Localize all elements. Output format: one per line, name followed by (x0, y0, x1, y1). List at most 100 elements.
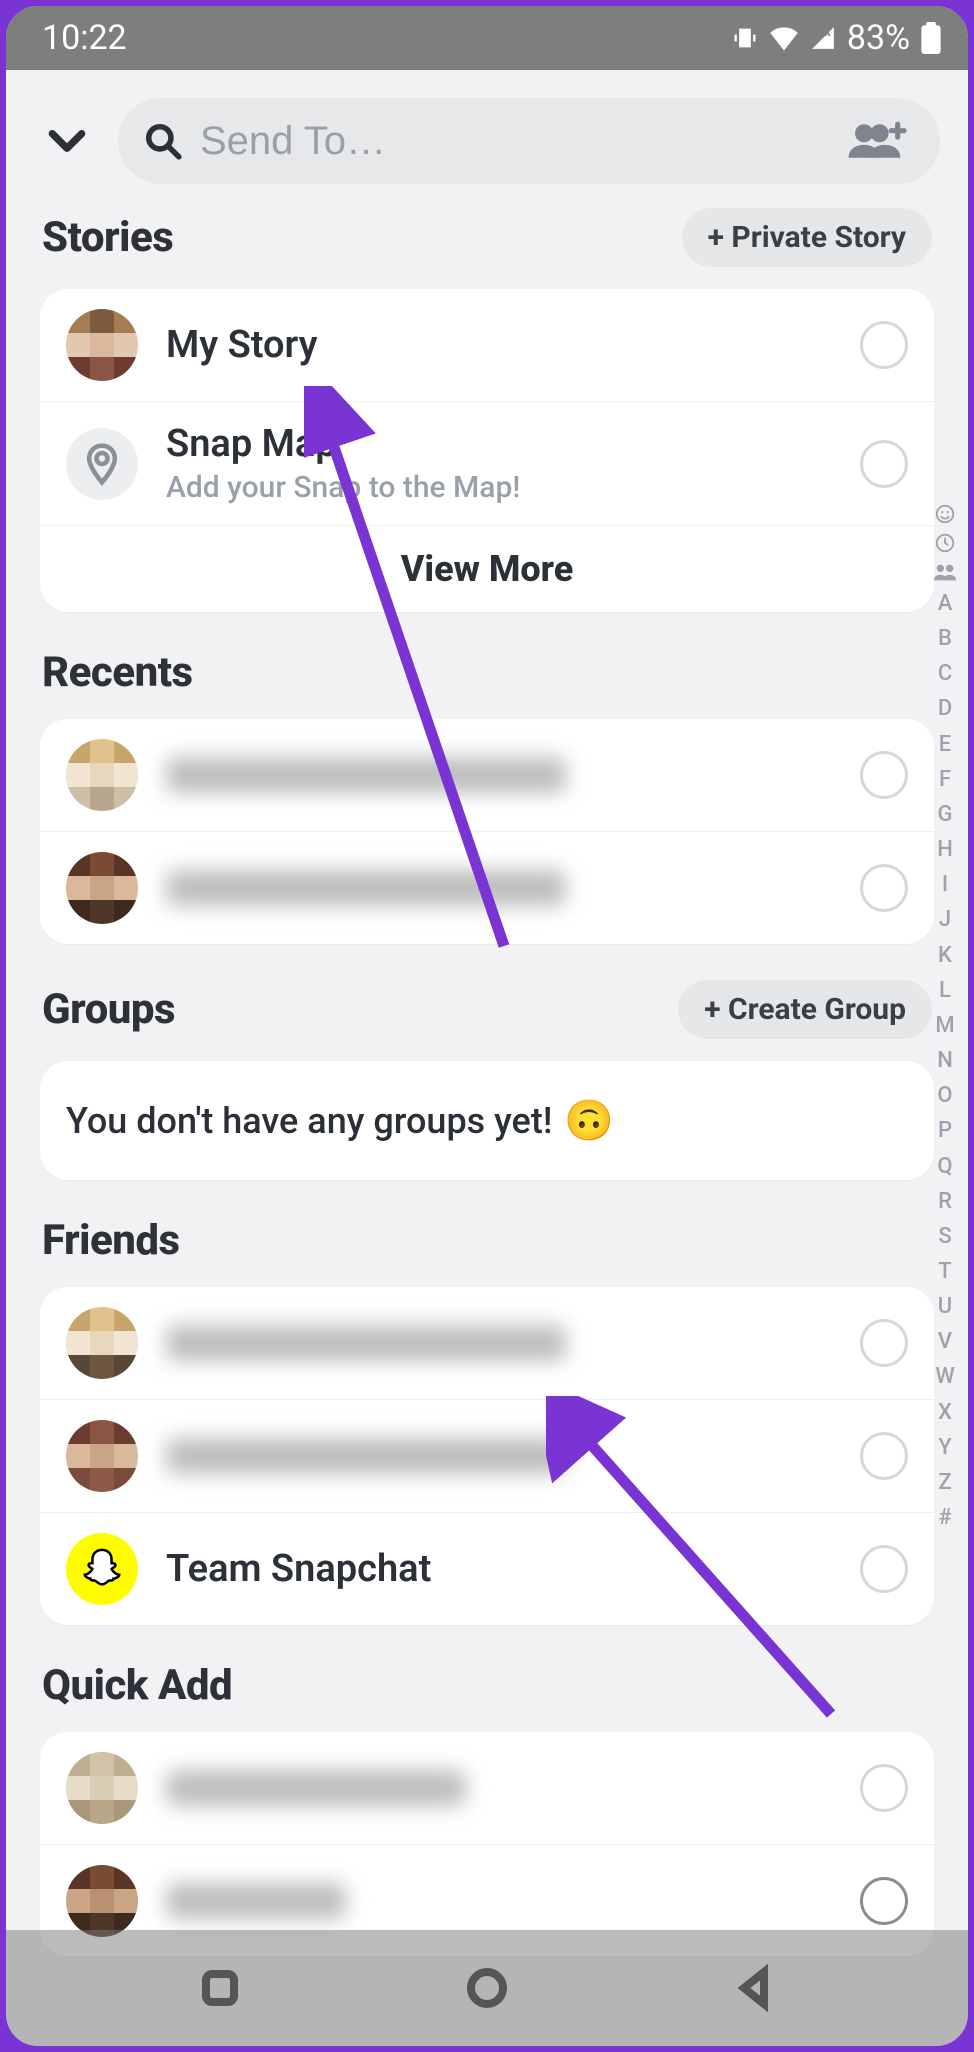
index-letter[interactable]: A (938, 590, 953, 618)
location-pin-icon (80, 442, 124, 486)
map-icon-avatar (66, 428, 138, 500)
row-title-hidden (166, 1883, 346, 1919)
index-letter[interactable]: # (938, 1504, 951, 1532)
status-time: 10:22 (42, 18, 127, 58)
add-group-button[interactable] (846, 110, 908, 172)
status-bar: 10:22 x 83% (6, 6, 968, 70)
group-add-icon (846, 119, 908, 163)
chevron-down-icon (45, 119, 89, 163)
select-radio[interactable] (860, 751, 908, 799)
team-snapchat-row[interactable]: Team Snapchat (40, 1512, 934, 1625)
avatar (66, 1752, 138, 1824)
index-letter[interactable]: U (938, 1293, 952, 1321)
index-letter[interactable]: L (939, 977, 951, 1005)
row-title-hidden (166, 1770, 466, 1806)
friend-row[interactable] (40, 1399, 934, 1512)
quickadd-title: Quick Add (42, 1661, 232, 1710)
recent-row[interactable] (40, 719, 934, 831)
friends-header: Friends (6, 1190, 968, 1279)
index-letter[interactable]: W (935, 1363, 954, 1391)
upside-down-face-icon: 🙃 (564, 1097, 614, 1144)
battery-icon (920, 22, 942, 54)
back-nav-icon[interactable] (730, 1964, 778, 2012)
index-letter[interactable]: Z (938, 1469, 951, 1497)
row-title-hidden (166, 870, 566, 906)
index-letter[interactable]: Q (937, 1153, 952, 1181)
index-letter[interactable]: T (938, 1258, 951, 1286)
my-story-row[interactable]: My Story (40, 289, 934, 401)
stories-header: Stories + Private Story (6, 182, 968, 281)
avatar (66, 309, 138, 381)
friend-row[interactable] (40, 1287, 934, 1399)
friends-title: Friends (42, 1216, 180, 1265)
index-letter[interactable]: N (937, 1047, 953, 1075)
groups-title: Groups (42, 985, 175, 1034)
recents-nav-icon[interactable] (196, 1964, 244, 2012)
recents-title: Recents (42, 648, 193, 697)
index-letter[interactable]: H (937, 836, 953, 864)
avatar (66, 739, 138, 811)
search-icon (144, 122, 182, 160)
view-more-button[interactable]: View More (40, 525, 934, 612)
index-letter[interactable]: D (938, 695, 952, 723)
avatar (66, 1307, 138, 1379)
android-nav-bar (6, 1930, 968, 2046)
groups-empty-card: You don't have any groups yet! 🙃 (40, 1061, 934, 1180)
row-title-hidden (166, 1325, 566, 1361)
recent-row[interactable] (40, 831, 934, 944)
index-letter[interactable]: K (938, 942, 952, 970)
index-letter[interactable]: F (939, 766, 951, 794)
groups-empty-text: You don't have any groups yet! (66, 1100, 552, 1142)
clock-icon (934, 532, 956, 554)
index-letter[interactable]: B (938, 625, 952, 653)
row-title: My Story (166, 323, 860, 367)
wifi-icon (769, 25, 799, 51)
alphabet-index[interactable]: ABCDEFGHIJKLMNOPQRSTUVWXYZ # (932, 503, 958, 1532)
index-letter[interactable]: S (938, 1223, 951, 1251)
index-letter[interactable]: I (942, 871, 948, 899)
index-letter[interactable]: Y (938, 1434, 951, 1462)
select-radio[interactable] (860, 1432, 908, 1480)
search-field[interactable] (118, 98, 940, 184)
home-nav-icon[interactable] (463, 1964, 511, 2012)
row-title-hidden (166, 1438, 566, 1474)
avatar (66, 1865, 138, 1937)
index-letter[interactable]: X (938, 1399, 952, 1427)
index-letter[interactable]: R (938, 1188, 952, 1216)
group-icon (932, 561, 958, 583)
content-scroll[interactable]: Stories + Private Story My Story Snap Ma… (6, 182, 968, 2046)
index-letter[interactable]: V (938, 1328, 952, 1356)
select-radio[interactable] (860, 864, 908, 912)
smiley-icon (934, 503, 956, 525)
snapchat-ghost-icon (79, 1546, 125, 1592)
select-radio[interactable] (860, 1877, 908, 1925)
select-radio[interactable] (860, 1764, 908, 1812)
snap-map-row[interactable]: Snap Map Add your Snap to the Map! (40, 401, 934, 525)
index-letter[interactable]: G (938, 801, 953, 829)
search-input[interactable] (200, 119, 828, 164)
recents-card (40, 719, 934, 944)
select-radio[interactable] (860, 440, 908, 488)
select-radio[interactable] (860, 1545, 908, 1593)
vibrate-icon (731, 24, 759, 52)
friends-card: Team Snapchat (40, 1287, 934, 1625)
quickadd-row[interactable] (40, 1732, 934, 1844)
status-icons: x 83% (731, 18, 942, 58)
index-letter[interactable]: O (937, 1082, 952, 1110)
index-letter[interactable]: J (939, 906, 951, 934)
private-story-button[interactable]: + Private Story (682, 208, 932, 267)
create-group-button[interactable]: + Create Group (678, 980, 932, 1039)
index-letter[interactable]: P (938, 1117, 952, 1145)
select-radio[interactable] (860, 321, 908, 369)
row-subtitle: Add your Snap to the Map! (166, 470, 860, 505)
index-letter[interactable]: C (938, 660, 952, 688)
quickadd-card (40, 1732, 934, 1957)
quickadd-header: Quick Add (6, 1635, 968, 1724)
row-title: Snap Map (166, 422, 860, 466)
index-letter[interactable]: M (935, 1012, 954, 1040)
team-snapchat-avatar (66, 1533, 138, 1605)
collapse-button[interactable] (34, 108, 100, 174)
index-letter[interactable]: E (939, 731, 951, 759)
avatar (66, 1420, 138, 1492)
select-radio[interactable] (860, 1319, 908, 1367)
